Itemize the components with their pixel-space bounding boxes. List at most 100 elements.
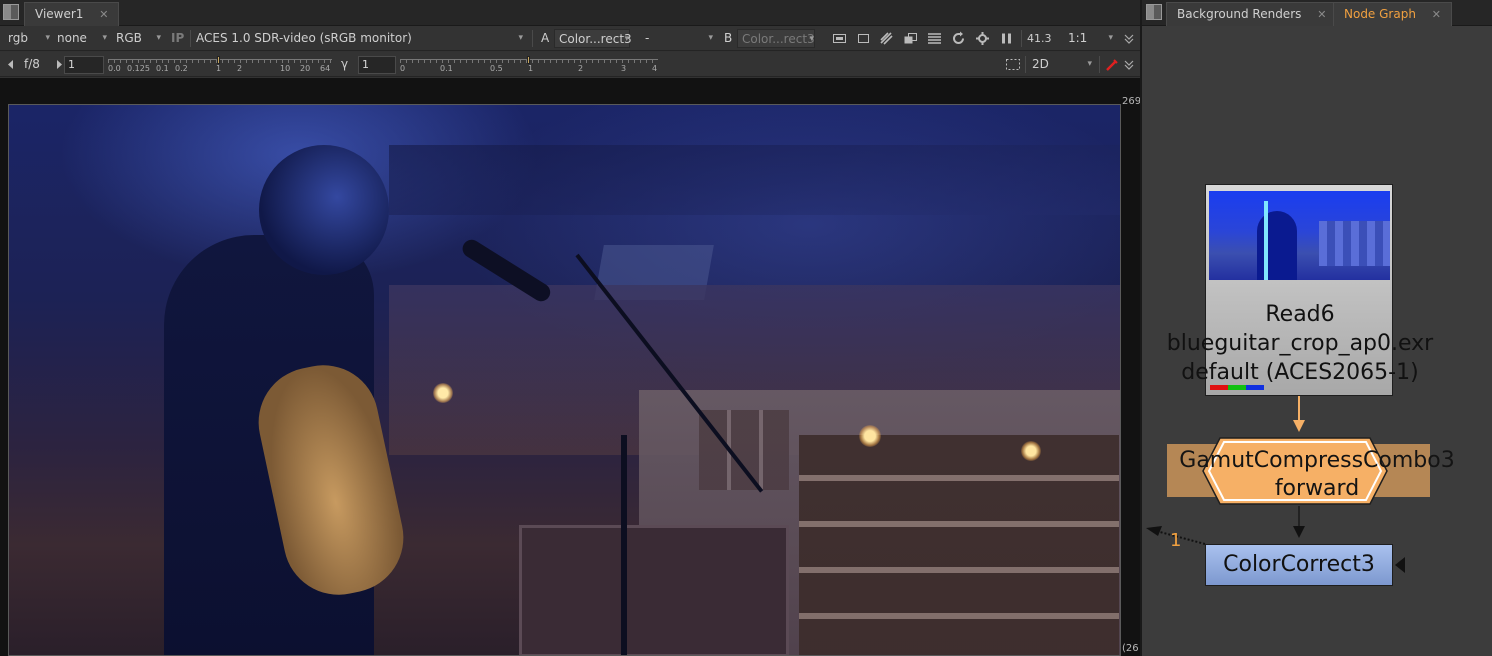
gamma-tick: 0.5 xyxy=(490,64,503,73)
wall-frames xyxy=(699,410,789,490)
a-input-label: A xyxy=(541,31,550,45)
color-picker-icon[interactable] xyxy=(1105,57,1120,72)
panel-menu-icon[interactable] xyxy=(1146,4,1162,20)
toolbar-divider xyxy=(190,30,191,47)
tab-node-graph[interactable]: Node Graph ✕ xyxy=(1333,2,1452,26)
gain-tick: 2 xyxy=(237,64,243,73)
gamma-slider-knob[interactable] xyxy=(527,56,530,64)
shelves xyxy=(799,435,1119,655)
gamut-node-name: GamutCompressCombo3 xyxy=(1179,448,1455,473)
expand-toolbar-icon[interactable] xyxy=(1123,57,1135,72)
arrow-head-icon xyxy=(1293,526,1305,538)
toolbar-divider xyxy=(532,30,533,47)
view-transform-dropdown[interactable]: ACES 1.0 SDR-video (sRGB monitor) xyxy=(196,29,523,48)
composite-dropdown[interactable]: - xyxy=(645,29,713,48)
safe-area-icon[interactable] xyxy=(856,31,871,46)
wipe-icon[interactable] xyxy=(903,31,918,46)
gain-tick: 20 xyxy=(300,64,311,73)
decrease-fstop-icon[interactable] xyxy=(6,57,16,72)
viewer-panel: Viewer1 ✕ rgb none RGB IP ACES 1.0 SDR-v… xyxy=(0,0,1142,656)
gamma-tick: 4 xyxy=(652,64,658,73)
viewer-toolbar-top: rgb none RGB IP ACES 1.0 SDR-video (sRGB… xyxy=(0,26,1140,51)
gain-tick: 0.125 xyxy=(127,64,150,73)
gamma-slider[interactable]: 0 0.1 0.5 1 2 3 4 xyxy=(400,56,658,75)
toolbar-divider xyxy=(1099,56,1100,73)
node-graph-panel[interactable]: Background Renders ✕ Node Graph ✕ Read6 … xyxy=(1142,0,1492,656)
ratio-dropdown[interactable]: 1:1 xyxy=(1068,29,1113,48)
a-input-dropdown[interactable]: Color...rect3 xyxy=(554,29,632,49)
read-node-thumbnail xyxy=(1209,191,1390,280)
viewer-toolbar-bottom: f/8 1 0.0 0.125 0.1 0.2 1 2 10 20 64 γ 1… xyxy=(0,52,1140,77)
toolbar-divider xyxy=(1025,56,1026,73)
tab-viewer1-label: Viewer1 xyxy=(35,7,84,21)
b-input-label: B xyxy=(724,31,733,45)
settings-gear-icon[interactable] xyxy=(975,31,990,46)
gain-input[interactable]: 1 xyxy=(64,56,104,74)
view-mode-dropdown[interactable]: 2D xyxy=(1032,55,1092,74)
gain-tick: 64 xyxy=(320,64,331,73)
channels-dropdown[interactable]: rgb xyxy=(8,29,50,48)
read-node[interactable]: Read6 blueguitar_crop_ap0.exr default (A… xyxy=(1167,184,1433,396)
overlay-lines-icon[interactable] xyxy=(927,31,942,46)
gamut-node-mode: forward xyxy=(1274,476,1360,501)
arrow-head-icon xyxy=(1293,420,1305,432)
pause-icon[interactable] xyxy=(999,31,1014,46)
read-node-file: blueguitar_crop_ap0.exr xyxy=(1166,331,1434,356)
close-icon[interactable]: ✕ xyxy=(1432,8,1441,21)
viewer-canvas[interactable]: 269 (26 xyxy=(0,78,1142,656)
graph-tabbar: Background Renders ✕ Node Graph ✕ xyxy=(1142,0,1492,26)
matte-dropdown[interactable]: none xyxy=(57,29,107,48)
gain-tick: 10 xyxy=(280,64,291,73)
gain-slider[interactable]: 0.0 0.125 0.1 0.2 1 2 10 20 64 xyxy=(108,56,332,75)
lamp-light xyxy=(1021,441,1041,461)
connection-wire[interactable] xyxy=(1298,506,1300,528)
ip-button[interactable]: IP xyxy=(171,29,184,48)
increase-fstop-icon[interactable] xyxy=(54,57,64,72)
expand-toolbar-icon[interactable] xyxy=(1123,31,1135,46)
tab-background-renders[interactable]: Background Renders ✕ xyxy=(1166,2,1338,26)
close-icon[interactable]: ✕ xyxy=(1317,8,1326,21)
gain-tick: 1 xyxy=(216,64,222,73)
zoom-readout: 41.3 xyxy=(1027,32,1052,45)
roi-icon[interactable] xyxy=(832,31,847,46)
gamma-tick: 3 xyxy=(621,64,627,73)
viewer-image[interactable] xyxy=(8,104,1121,656)
gain-slider-knob[interactable] xyxy=(217,56,220,64)
sign-board xyxy=(519,525,789,655)
gain-tick: 0.0 xyxy=(108,64,121,73)
region-select-icon[interactable] xyxy=(1004,57,1022,72)
checkerboard-icon[interactable] xyxy=(879,31,894,46)
tab-node-graph-label: Node Graph xyxy=(1344,7,1416,21)
channel-indicator xyxy=(1210,385,1264,390)
lamp-light xyxy=(433,383,453,403)
gamma-tick: 2 xyxy=(578,64,584,73)
format-label-top: 269 xyxy=(1122,96,1142,107)
gamma-tick: 1 xyxy=(528,64,534,73)
mic-stand xyxy=(621,435,627,655)
close-icon[interactable]: ✕ xyxy=(99,8,108,21)
panel-menu-icon[interactable] xyxy=(3,4,19,20)
toolbar-divider xyxy=(1021,30,1022,47)
gain-tick: 0.2 xyxy=(175,64,188,73)
ceiling-beam xyxy=(389,145,1120,215)
performer-head xyxy=(259,145,389,275)
display-channels-dropdown[interactable]: RGB xyxy=(116,29,161,48)
lamp-light xyxy=(859,425,881,447)
viewer-tabbar: Viewer1 ✕ xyxy=(0,0,1140,26)
tab-background-renders-label: Background Renders xyxy=(1177,7,1302,21)
gain-tick: 0.1 xyxy=(156,64,169,73)
format-label-bottom: (26 xyxy=(1122,643,1139,654)
colorcorrect-node[interactable]: ColorCorrect3 xyxy=(1205,544,1393,586)
connection-wire[interactable] xyxy=(1298,396,1300,422)
output-arrow-icon[interactable] xyxy=(1395,557,1405,573)
fstop-label: f/8 xyxy=(24,57,40,71)
input-number: 1 xyxy=(1170,530,1182,551)
read-node-name: Read6 xyxy=(1265,302,1335,327)
gamma-tick: 0.1 xyxy=(440,64,453,73)
gamma-input[interactable]: 1 xyxy=(358,56,396,74)
tab-viewer1[interactable]: Viewer1 ✕ xyxy=(24,2,120,26)
read-node-colorspace: default (ACES2065-1) xyxy=(1181,360,1419,385)
refresh-icon[interactable] xyxy=(951,31,966,46)
gamma-label: γ xyxy=(341,57,349,71)
b-input-dropdown[interactable]: Color...rect3 xyxy=(737,29,815,49)
